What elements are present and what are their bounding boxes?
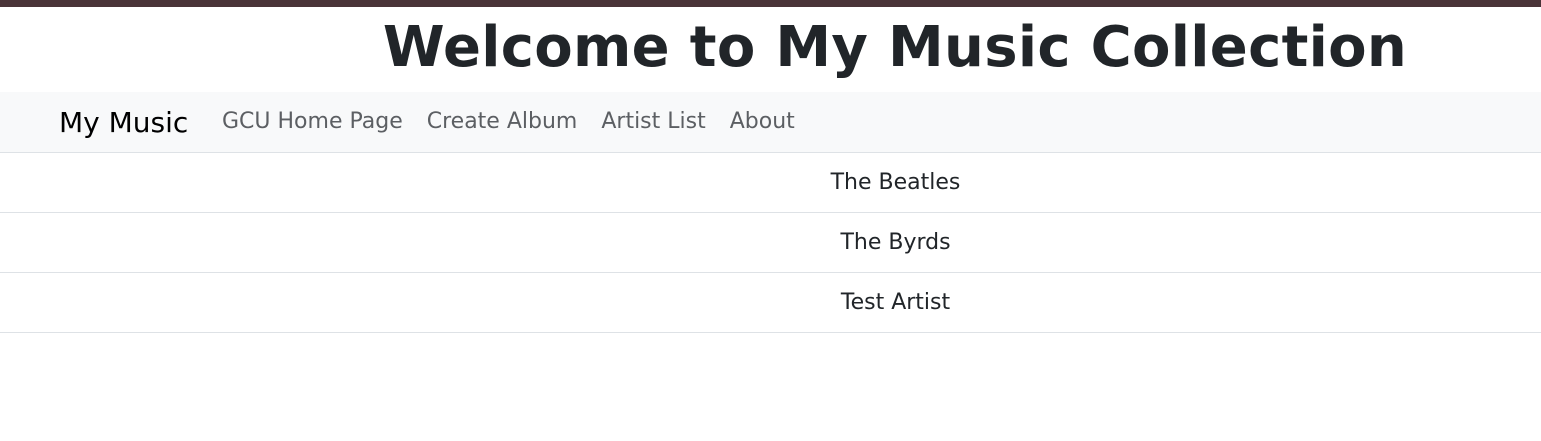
main-navbar: My Music GCU Home Page Create Album Arti…	[0, 92, 1541, 153]
nav-link-artist-list[interactable]: Artist List	[601, 109, 705, 134]
list-item: The Beatles	[0, 153, 1541, 213]
nav-item-create-album: Create Album	[427, 91, 578, 153]
nav-item-gcu-home: GCU Home Page	[222, 91, 403, 153]
artist-name: Test Artist	[840, 290, 951, 315]
navbar-brand-link[interactable]: My Music	[59, 92, 188, 152]
nav-item-artist-list: Artist List	[601, 91, 705, 153]
nav-link-gcu-home-page[interactable]: GCU Home Page	[222, 109, 403, 134]
nav-links: GCU Home Page Create Album Artist List A…	[222, 92, 795, 152]
list-item: Test Artist	[0, 273, 1541, 333]
nav-item-about: About	[730, 91, 795, 153]
list-item: The Byrds	[0, 213, 1541, 273]
top-accent-bar	[0, 0, 1541, 7]
artist-name: The Beatles	[830, 170, 961, 195]
page-title: Welcome to My Music Collection	[382, 15, 1408, 80]
artist-list: The Beatles The Byrds Test Artist	[0, 153, 1541, 333]
artist-name: The Byrds	[840, 230, 951, 255]
nav-link-create-album[interactable]: Create Album	[427, 109, 578, 134]
nav-link-about[interactable]: About	[730, 109, 795, 134]
